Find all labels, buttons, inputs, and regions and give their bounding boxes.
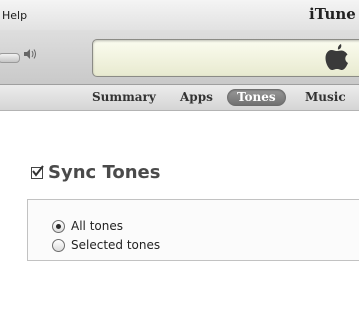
radio-selected-tones[interactable]: Selected tones xyxy=(52,238,160,252)
sync-tones-toggle[interactable]: Sync Tones xyxy=(31,162,160,183)
sync-options-box: All tones Selected tones xyxy=(27,199,359,261)
tab-tones[interactable]: Tones xyxy=(227,89,286,106)
tab-summary[interactable]: Summary xyxy=(92,89,156,106)
apple-logo-icon xyxy=(324,42,350,72)
sync-tones-title: Sync Tones xyxy=(48,162,161,183)
window-title: iTune xyxy=(309,5,356,23)
volume-slider[interactable] xyxy=(0,53,20,63)
tab-apps[interactable]: Apps xyxy=(180,89,213,106)
status-display xyxy=(92,39,359,77)
radio-label-all-tones: All tones xyxy=(71,219,123,233)
radio-label-selected-tones: Selected tones xyxy=(71,238,161,252)
menu-bar: Help iTune xyxy=(0,0,359,30)
tab-music[interactable]: Music xyxy=(305,89,346,106)
player-toolbar xyxy=(0,30,359,85)
radio-button-selected[interactable] xyxy=(52,219,65,233)
speaker-icon xyxy=(23,48,37,63)
radio-all-tones[interactable]: All tones xyxy=(52,219,123,233)
device-tabs: Summary Apps Tones Music xyxy=(0,85,359,111)
checkmark-icon xyxy=(32,164,44,177)
radio-button[interactable] xyxy=(52,238,65,252)
sync-checkbox[interactable] xyxy=(31,164,44,179)
menu-help[interactable]: Help xyxy=(2,9,27,22)
